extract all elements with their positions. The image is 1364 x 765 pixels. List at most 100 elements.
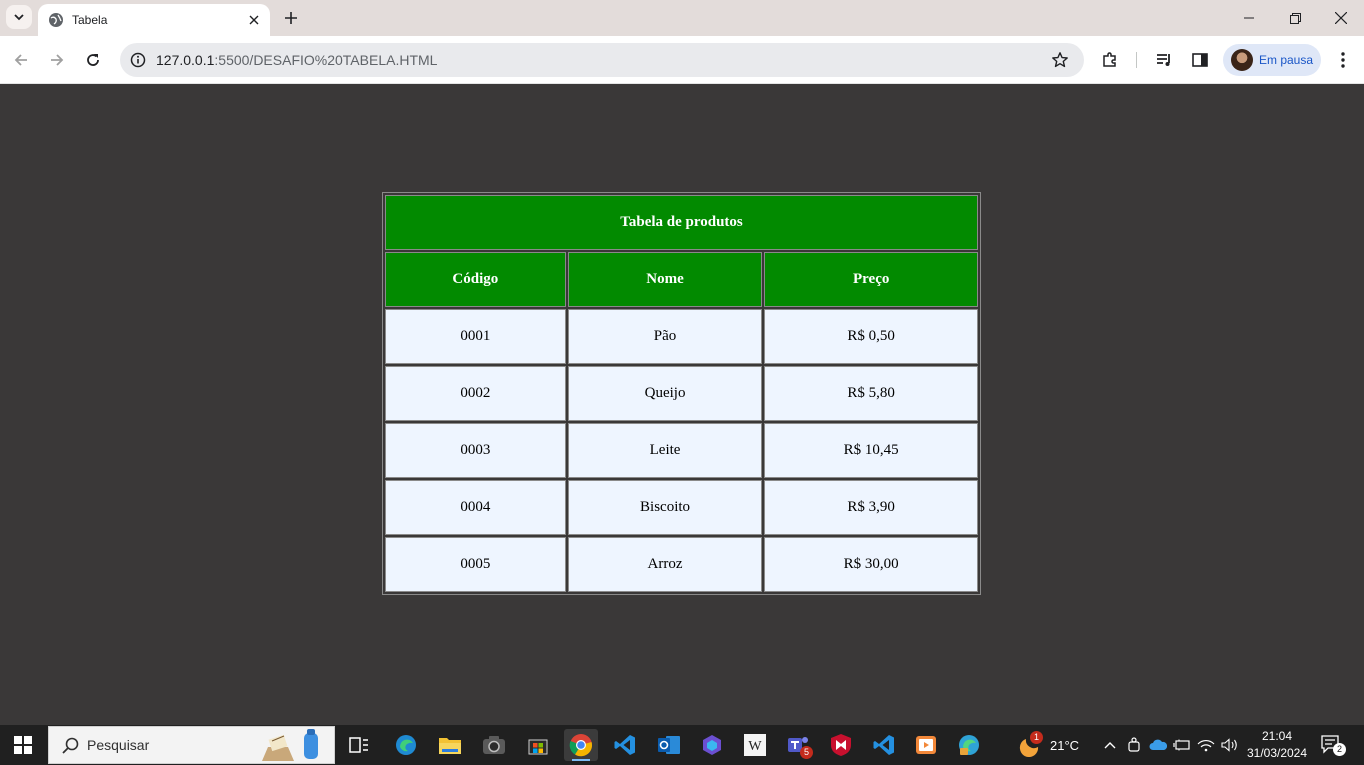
extensions-icon[interactable]	[1096, 46, 1124, 74]
taskbar-search[interactable]: Pesquisar	[48, 726, 335, 764]
cell-nome: Biscoito	[567, 480, 763, 535]
restore-icon	[1289, 12, 1301, 24]
product-table: Tabela de produtos Código Nome Preço 000…	[382, 192, 981, 595]
reload-icon	[87, 54, 99, 66]
tab-strip: Tabela	[0, 0, 1364, 36]
svg-text:W: W	[748, 739, 762, 754]
globe-icon	[48, 12, 64, 28]
restore-button[interactable]	[1272, 4, 1318, 32]
back-icon	[14, 54, 27, 66]
cell-preco: R$ 5,80	[764, 366, 978, 421]
cell-nome: Leite	[567, 423, 763, 478]
sidepanel-icon[interactable]	[1186, 46, 1214, 74]
taskbar: Pesquisar W 5 1 21°C 21:04 31/03/2024 2	[0, 725, 1364, 765]
close-icon	[1335, 12, 1347, 24]
cell-codigo: 0003	[385, 423, 566, 478]
address-bar[interactable]: 127.0.0.1:5500/DESAFIO%20TABELA.HTML	[120, 43, 1084, 77]
edge-dev-icon[interactable]	[952, 729, 986, 761]
vscode-icon[interactable]	[867, 729, 901, 761]
task-view-icon[interactable]	[342, 729, 376, 761]
url-host: 127.0.0.1	[156, 52, 215, 68]
header-preco: Preço	[764, 252, 978, 307]
minimize-button[interactable]	[1226, 4, 1272, 32]
outlook-icon[interactable]	[652, 729, 686, 761]
header-nome: Nome	[567, 252, 763, 307]
url-path: :5500/DESAFIO%20TABELA.HTML	[214, 52, 438, 68]
profile-button[interactable]: Em pausa	[1223, 44, 1321, 76]
wikipedia-icon[interactable]: W	[738, 729, 772, 761]
forward-icon	[51, 54, 64, 66]
tab-active[interactable]: Tabela	[38, 4, 270, 36]
store-icon[interactable]	[521, 729, 555, 761]
tab-title: Tabela	[72, 13, 108, 27]
cell-codigo: 0001	[385, 309, 566, 364]
table-row: 0003 Leite R$ 10,45	[385, 423, 978, 478]
copilot-icon[interactable]	[695, 729, 729, 761]
meet-now-icon[interactable]	[1124, 735, 1144, 755]
edge-icon[interactable]	[389, 729, 423, 761]
back-button[interactable]	[7, 46, 35, 74]
new-tab-button[interactable]	[280, 7, 302, 29]
clock-date: 31/03/2024	[1246, 746, 1308, 760]
vscode-icon[interactable]	[608, 729, 642, 761]
windows-icon	[14, 736, 32, 754]
close-icon[interactable]	[244, 10, 264, 30]
media-player-icon[interactable]	[909, 729, 943, 761]
chrome-icon[interactable]	[564, 729, 598, 761]
notification-center-button[interactable]: 2	[1320, 734, 1346, 756]
camera-icon[interactable]	[477, 729, 511, 761]
search-highlight-illustration	[262, 729, 318, 761]
clock-time: 21:04	[1261, 729, 1293, 743]
notification-count: 2	[1333, 743, 1346, 756]
cell-codigo: 0002	[385, 366, 566, 421]
cell-preco: R$ 3,90	[764, 480, 978, 535]
toolbar-divider	[1136, 52, 1137, 68]
mcafee-icon[interactable]	[824, 729, 858, 761]
cell-nome: Pão	[567, 309, 763, 364]
table-row: 0001 Pão R$ 0,50	[385, 309, 978, 364]
avatar	[1231, 49, 1253, 71]
minimize-icon	[1244, 17, 1254, 19]
onedrive-icon[interactable]	[1148, 735, 1168, 755]
header-codigo: Código	[385, 252, 566, 307]
table-row: 0004 Biscoito R$ 3,90	[385, 480, 978, 535]
cell-codigo: 0005	[385, 537, 566, 592]
page-viewport: Tabela de produtos Código Nome Preço 000…	[0, 84, 1364, 725]
volume-icon[interactable]	[1220, 735, 1240, 755]
close-window-button[interactable]	[1318, 4, 1364, 32]
weather-badge: 1	[1030, 731, 1043, 744]
battery-icon[interactable]	[1172, 735, 1192, 755]
media-icon[interactable]	[1150, 46, 1178, 74]
search-icon	[62, 737, 79, 754]
cell-nome: Arroz	[567, 537, 763, 592]
teams-icon[interactable]: 5	[781, 729, 815, 761]
cell-preco: R$ 10,45	[764, 423, 978, 478]
url-text[interactable]: 127.0.0.1:5500/DESAFIO%20TABELA.HTML	[156, 52, 437, 68]
table-row: 0002 Queijo R$ 5,80	[385, 366, 978, 421]
table-row: 0005 Arroz R$ 30,00	[385, 537, 978, 592]
table-title: Tabela de produtos	[385, 195, 978, 250]
weather-widget[interactable]: 1 21°C	[1016, 731, 1080, 757]
info-icon[interactable]	[126, 48, 150, 72]
reload-button[interactable]	[79, 46, 107, 74]
tab-search-button[interactable]	[6, 5, 32, 29]
forward-button[interactable]	[43, 46, 71, 74]
kebab-icon[interactable]	[1329, 46, 1357, 74]
browser-toolbar: 127.0.0.1:5500/DESAFIO%20TABELA.HTML Em …	[0, 36, 1364, 84]
search-placeholder: Pesquisar	[87, 737, 150, 753]
wifi-icon[interactable]	[1196, 735, 1216, 755]
system-clock[interactable]: 21:04 31/03/2024	[1246, 728, 1308, 762]
cell-preco: R$ 30,00	[764, 537, 978, 592]
chevron-up-icon[interactable]	[1100, 735, 1120, 755]
start-button[interactable]	[0, 725, 46, 765]
cell-preco: R$ 0,50	[764, 309, 978, 364]
weather-temperature: 21°C	[1050, 737, 1080, 753]
teams-badge: 5	[800, 746, 813, 759]
profile-label: Em pausa	[1259, 53, 1314, 67]
plus-icon	[285, 12, 297, 24]
chevron-down-icon	[14, 14, 24, 21]
cell-nome: Queijo	[567, 366, 763, 421]
star-icon[interactable]	[1048, 48, 1072, 72]
file-explorer-icon[interactable]	[433, 729, 467, 761]
cell-codigo: 0004	[385, 480, 566, 535]
